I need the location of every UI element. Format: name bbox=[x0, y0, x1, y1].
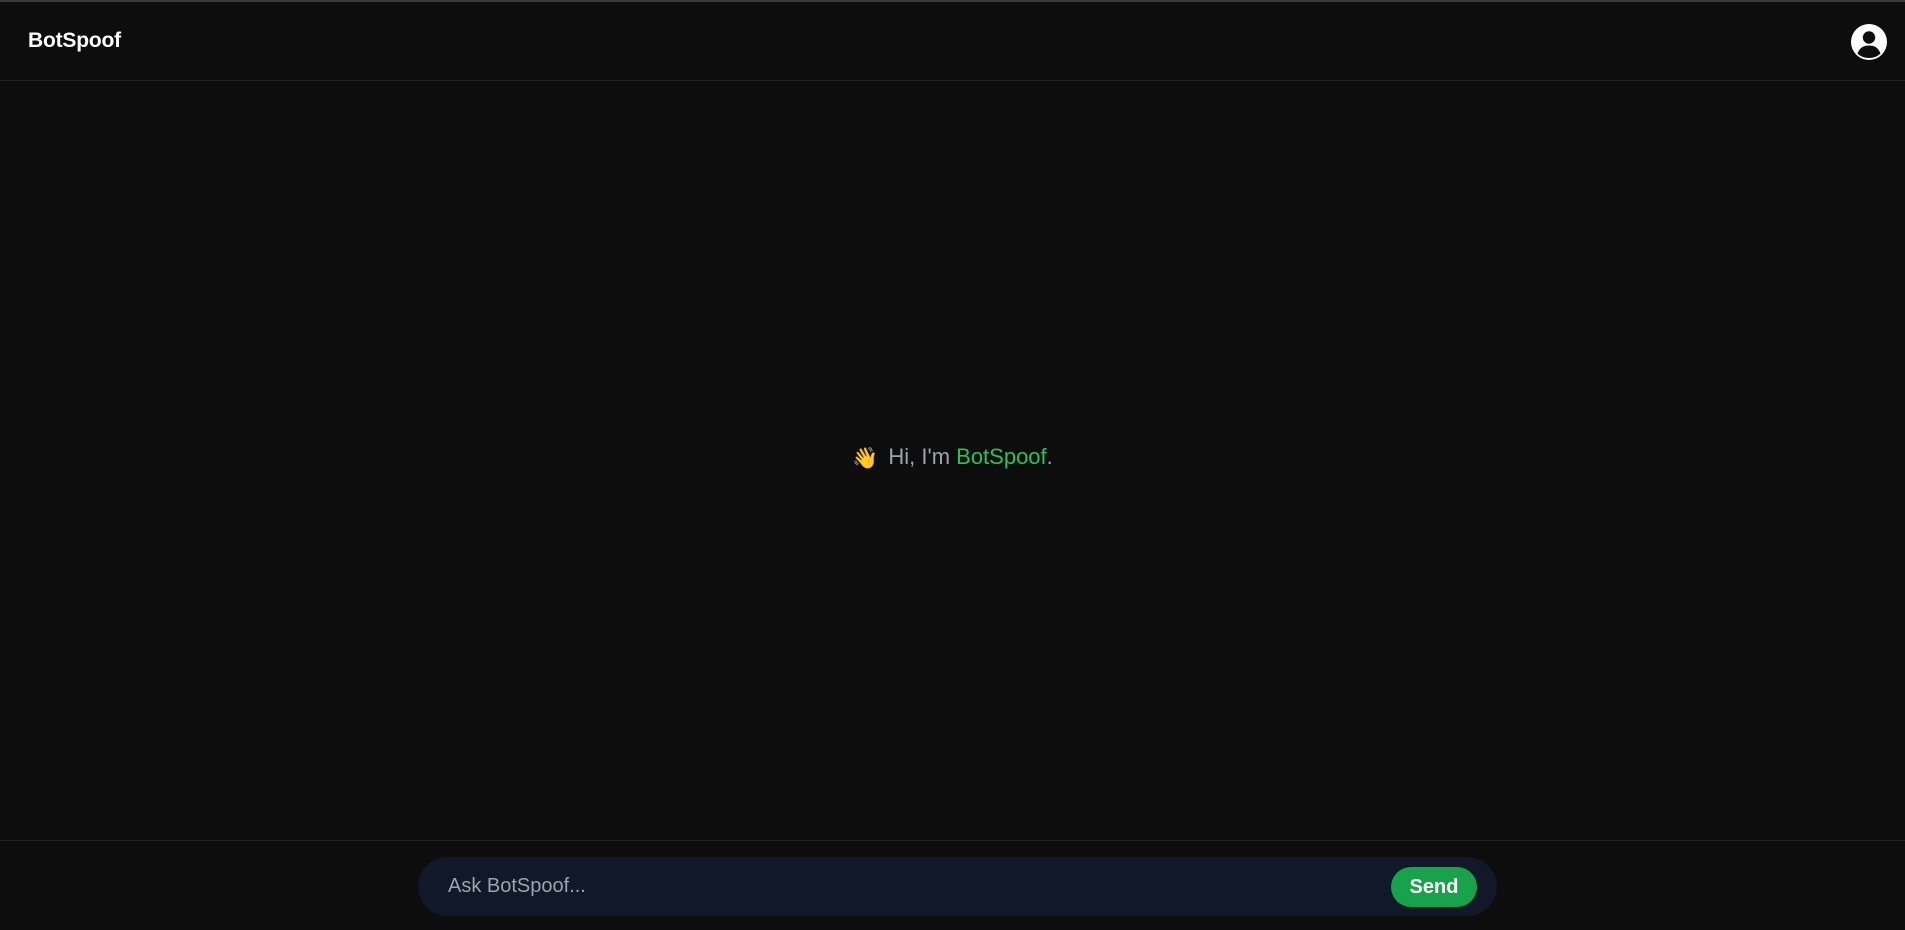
chat-area: 👋 Hi, I'm BotSpoof. bbox=[0, 81, 1905, 840]
message-input[interactable] bbox=[448, 857, 1368, 916]
app-window: BotSpoof 👋 Hi, I'm BotSpoof. Send bbox=[0, 0, 1905, 930]
user-circle-icon bbox=[1851, 24, 1887, 60]
brand-title: BotSpoof bbox=[28, 29, 121, 52]
top-bar: BotSpoof bbox=[0, 2, 1905, 81]
greeting-suffix: . bbox=[1046, 444, 1053, 469]
waving-hand-icon: 👋 bbox=[852, 447, 879, 470]
profile-button[interactable] bbox=[1850, 23, 1888, 61]
greeting-bot-name: BotSpoof bbox=[956, 444, 1047, 469]
message-composer: Send bbox=[418, 857, 1497, 916]
welcome-message: 👋 Hi, I'm BotSpoof. bbox=[0, 443, 1905, 473]
composer-bar: Send bbox=[0, 840, 1905, 930]
send-button[interactable]: Send bbox=[1391, 867, 1477, 907]
greeting-prefix: Hi, I'm bbox=[888, 444, 957, 469]
